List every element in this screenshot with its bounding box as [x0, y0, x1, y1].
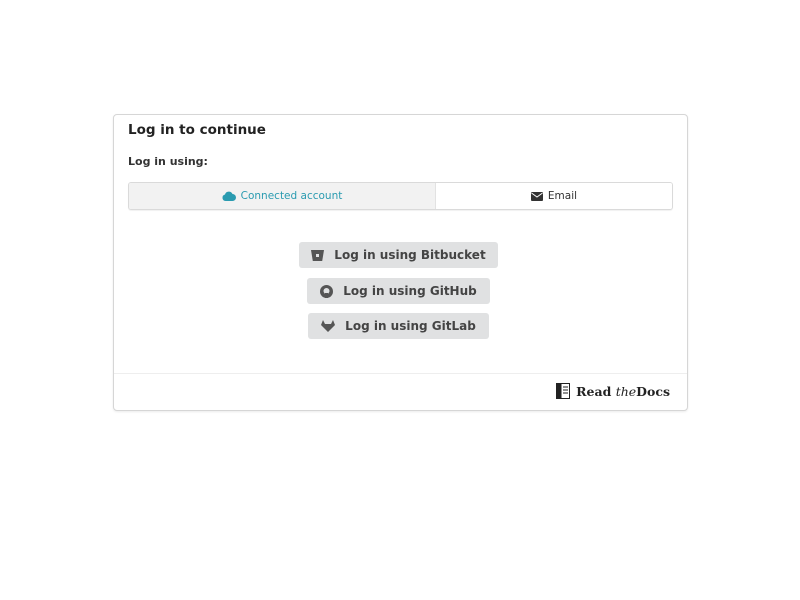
- tab-label: Connected account: [240, 190, 343, 202]
- envelope-icon: [530, 191, 543, 201]
- login-card: Log in to continue Log in using: Connect…: [113, 114, 688, 411]
- github-icon: [320, 284, 334, 298]
- footer-divider: [114, 373, 687, 374]
- login-method-label: Log in using:: [128, 155, 208, 168]
- cloud-icon: [222, 191, 236, 201]
- bitbucket-login-button[interactable]: Log in using Bitbucket: [299, 242, 498, 268]
- read-the-docs-logo[interactable]: Read theDocs: [556, 383, 670, 399]
- book-icon: [556, 383, 571, 399]
- tab-email[interactable]: Email: [436, 183, 672, 209]
- github-login-button[interactable]: Log in using GitHub: [307, 278, 490, 304]
- login-method-tabs: Connected account Email: [128, 182, 673, 210]
- tab-label: Email: [547, 190, 578, 202]
- gitlab-login-button[interactable]: Log in using GitLab: [308, 313, 489, 339]
- card-title: Log in to continue: [128, 122, 266, 138]
- bitbucket-icon: [311, 249, 325, 261]
- gitlab-icon: [321, 320, 336, 332]
- tab-connected-account[interactable]: Connected account: [129, 183, 436, 209]
